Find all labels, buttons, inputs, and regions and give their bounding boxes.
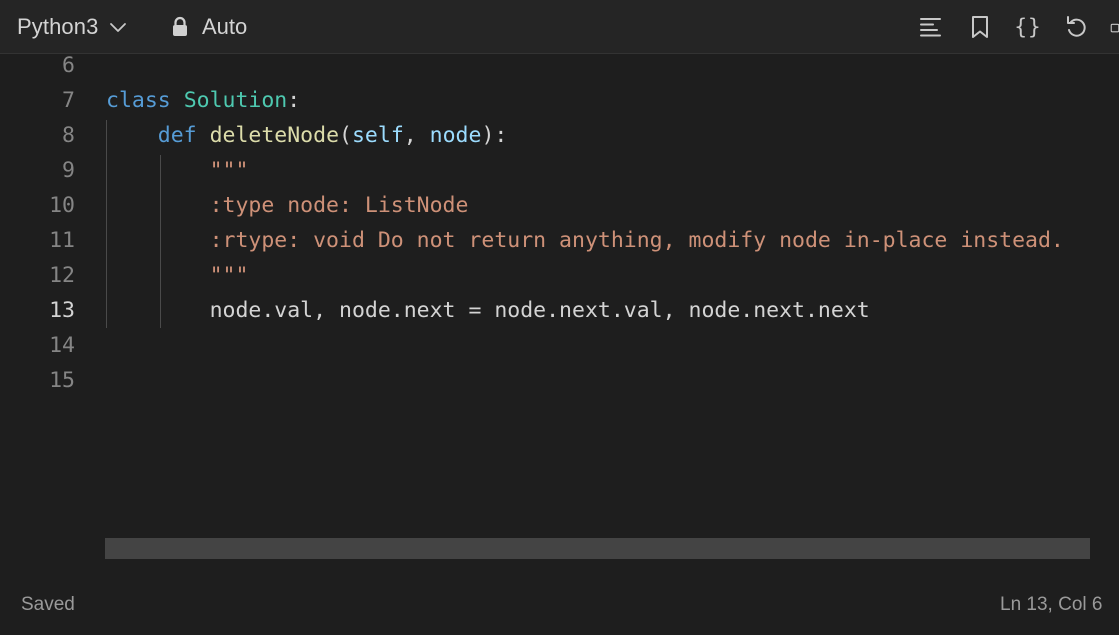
format-icon [920,18,941,37]
auto-mode-label: Auto [202,14,248,39]
code-line[interactable]: 11 :rtype: void Do not return anything, … [0,223,1119,258]
code-token: :type node: ListNode [209,193,469,218]
code-token: class [106,88,171,113]
settings-icon [1110,23,1119,33]
code-text: node.val, node.next = node.next.val, nod… [106,293,870,328]
saved-status: Saved [21,594,75,615]
language-select[interactable]: Python3 [17,12,128,42]
code-token: ( [339,123,352,148]
undo-icon [1067,16,1086,37]
language-label: Python3 [17,14,99,39]
code-token: node.val, node.next = node.next.val, nod… [209,298,870,323]
code-line[interactable]: 14 [0,328,1119,363]
code-token: """ [209,263,249,288]
braces-icon: {} [1014,15,1042,39]
horizontal-scrollbar[interactable] [105,538,1090,559]
code-token: , [403,123,430,148]
cursor-position[interactable]: Ln 13, Col 6 [1000,594,1102,616]
code-text: def deleteNode(self, node): [106,118,508,153]
code-text: """ [106,258,249,293]
code-line[interactable]: 12 """ [0,258,1119,293]
code-line[interactable]: 7 class Solution: [0,83,1119,118]
line-number: 7 [62,88,75,113]
code-token: node [429,123,482,148]
code-line[interactable]: 8 def deleteNode(self, node): [0,118,1119,153]
code-line[interactable]: 13 node.val, node.next = node.next.val, … [0,293,1119,328]
bookmark-icon [972,16,988,38]
code-line[interactable]: 15 [0,363,1119,398]
code-text: :rtype: void Do not return anything, mod… [106,223,1064,258]
line-number: 12 [49,263,75,288]
chevron-down-icon [110,23,127,32]
code-line[interactable]: 10 :type node: ListNode [0,188,1119,223]
lock-icon [173,16,187,36]
code-editor[interactable]: 6 7 class Solution: 8 def deleteNode(self, … [0,54,1119,574]
line-number: 10 [49,193,75,218]
code-token: : [287,88,301,113]
code-text: :type node: ListNode [106,188,469,223]
code-token: deleteNode [209,123,340,148]
auto-mode-toggle[interactable]: Auto [171,12,247,42]
line-number: 14 [49,333,75,358]
overflow-tool-button[interactable] [1108,12,1119,42]
code-token: :rtype: void Do not return anything, mod… [209,228,1064,253]
braces-button[interactable]: {} [1013,12,1043,42]
code-line[interactable]: 9 """ [0,153,1119,188]
format-button[interactable] [916,12,946,42]
code-text: class Solution: [106,83,300,118]
line-number: 8 [62,123,75,148]
code-text: """ [106,153,249,188]
code-line[interactable]: 6 [0,54,1119,83]
code-token: Solution [183,88,288,113]
line-number: 13 [49,298,75,323]
code-token: """ [209,158,249,183]
editor-toolbar: Python3 Auto {} [0,0,1119,54]
line-number: 6 [62,54,75,78]
status-bar: Saved Ln 13, Col 6 [0,585,1119,635]
undo-button[interactable] [1062,12,1092,42]
line-number: 9 [62,158,75,183]
code-token: def [157,123,197,148]
code-token: ): [481,123,508,148]
bookmark-button[interactable] [965,12,995,42]
line-number: 11 [49,228,75,253]
code-token: self [351,123,404,148]
line-number: 15 [49,368,75,393]
